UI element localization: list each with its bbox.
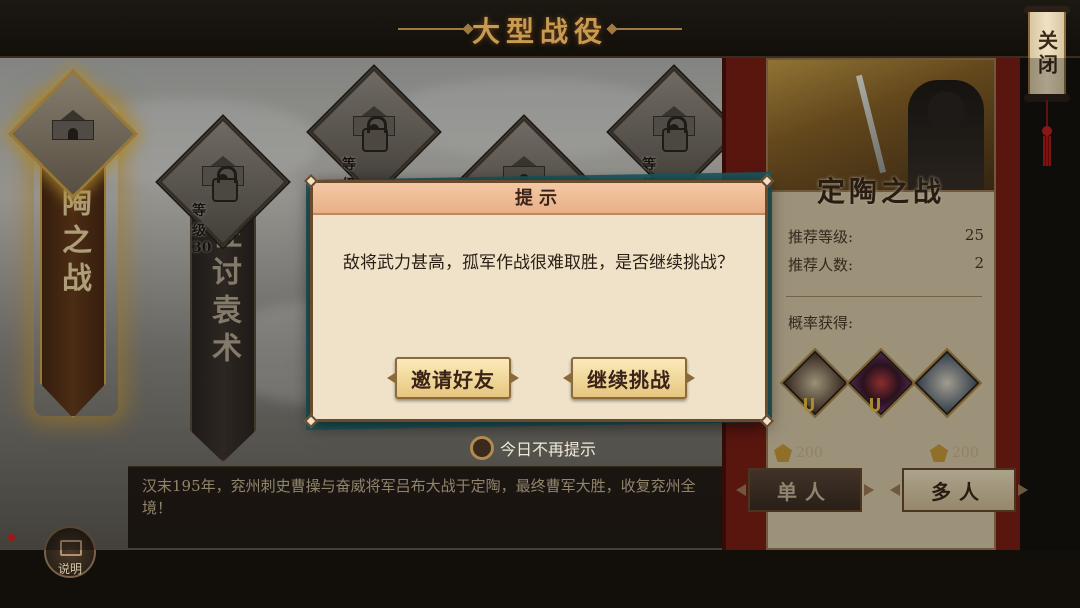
dialog-message: 敌将武力甚高，孤军作战很难取胜，是否继续挑战？	[343, 253, 734, 273]
continue-challenge-button[interactable]: 继续挑战	[563, 357, 695, 399]
top-bar: 大型战役	[0, 0, 1080, 58]
title-ornament-right	[612, 28, 682, 30]
arrow-right-icon	[687, 373, 695, 383]
confirm-dialog: 提示 敌将武力甚高，孤军作战很难取胜，是否继续挑战？ 邀请好友 继续挑战	[303, 173, 775, 429]
continue-challenge-label: 继续挑战	[587, 367, 671, 392]
arrow-right-icon	[511, 373, 519, 383]
dialog-title: 提示	[313, 183, 765, 215]
no-remind-toggle[interactable]: 今日不再提示	[470, 436, 596, 460]
help-label: 说明	[57, 562, 82, 576]
bottom-bar	[0, 550, 1080, 608]
arrow-left-icon	[387, 373, 395, 383]
invite-friends-label: 邀请好友	[411, 367, 495, 392]
page-title: 大型战役	[471, 15, 608, 48]
arrow-left-icon	[563, 373, 571, 383]
radio-button[interactable]	[470, 436, 494, 460]
no-remind-label: 今日不再提示	[500, 440, 597, 459]
invite-friends-button[interactable]: 邀请好友	[387, 357, 519, 399]
